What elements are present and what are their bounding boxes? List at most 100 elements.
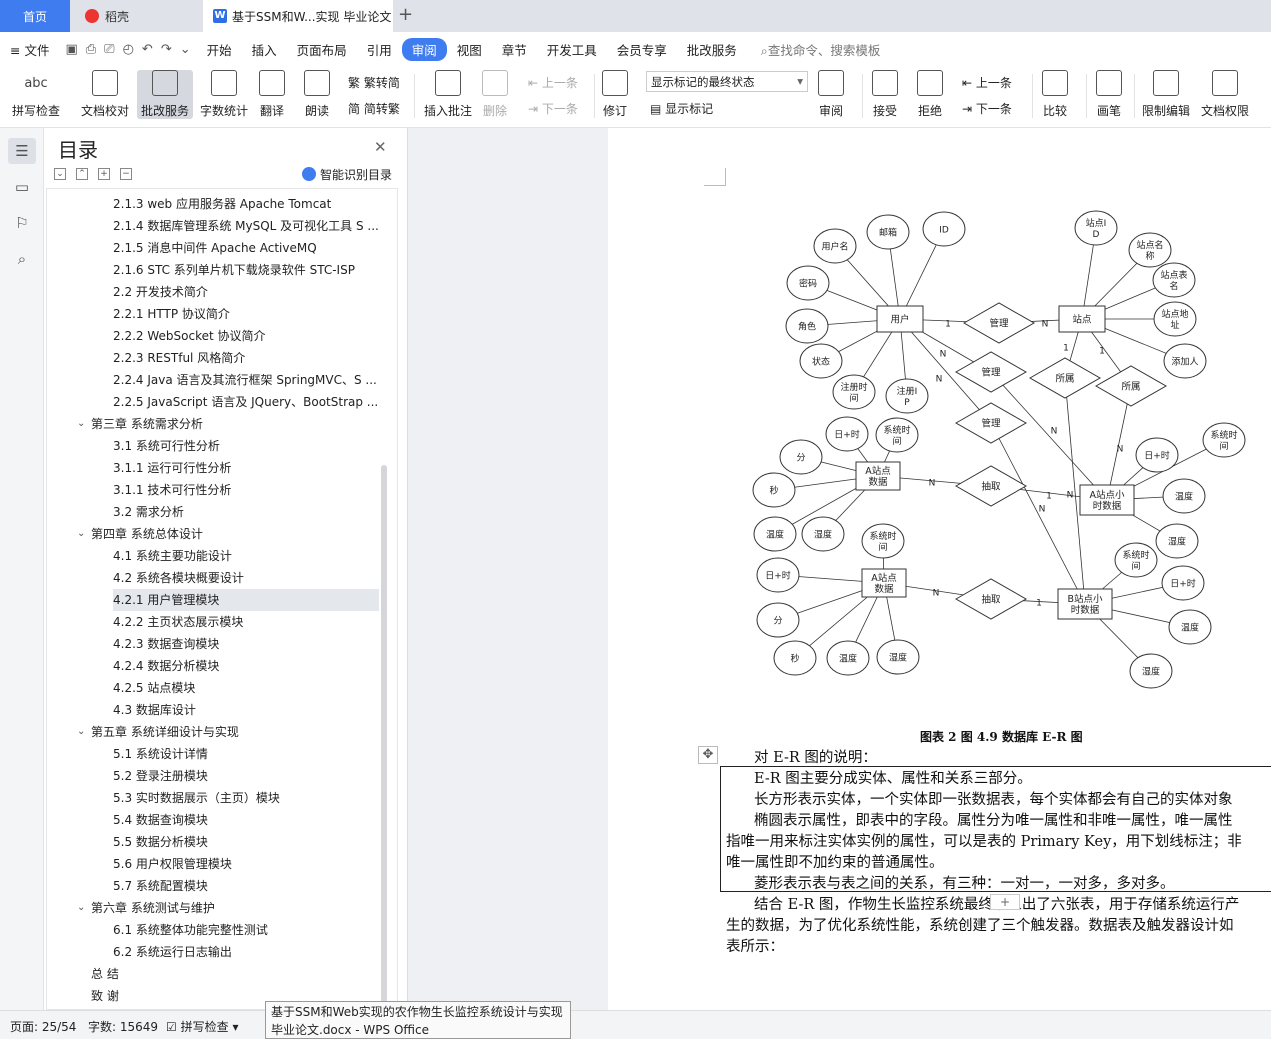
pen-button[interactable]: 画笔 [1096,70,1122,119]
plus-icon[interactable]: + [98,168,110,180]
tab-daoke[interactable]: 稻壳 [73,0,201,32]
chapter-icon[interactable]: ▭ [8,174,36,200]
toc-item[interactable]: 4.2.1 用户管理模块 [113,589,379,611]
toc-item[interactable]: 6.1 系统整体功能完整性测试 [113,919,391,941]
accept-button[interactable]: 接受 [872,70,898,119]
review-pane-button[interactable]: 审阅 [818,70,844,119]
restrict-edit-button[interactable]: 限制编辑 [1142,70,1190,119]
simp-to-trad-button[interactable]: 简 简转繁 [348,100,400,117]
toc-item[interactable]: 6.2 系统运行日志输出 [113,941,391,963]
toc-item[interactable]: 5.5 数据分析模块 [113,831,391,853]
menu-start[interactable]: 开始 [197,40,242,59]
toc-item[interactable]: 2.2.2 WebSocket 协议简介 [113,325,391,347]
toc-item[interactable]: 2.1.3 web 应用服务器 Apache Tomcat [113,193,391,215]
word-count-button[interactable]: 字数统计 [200,70,248,119]
menu-insert[interactable]: 插入 [242,40,287,59]
smart-toc-button[interactable]: 智能识别目录 [302,166,392,183]
toc-item[interactable]: 3.1.1 技术可行性分析 [113,479,391,501]
close-icon[interactable]: ✕ [374,138,387,156]
tab-document[interactable]: W 基于SSM和W...实现 毕业论文 [203,0,393,32]
toc-item[interactable]: 总 结 [91,963,391,985]
menu-review[interactable]: 审阅 [401,37,447,61]
toc-item[interactable]: 3.1.1 运行可行性分析 [113,457,391,479]
file-menu[interactable]: ≡ 文件 [0,40,59,59]
toc-item[interactable]: 第五章 系统详细设计与实现 [91,721,391,743]
compare-button[interactable]: 比较 [1042,70,1068,119]
doc-permission-button[interactable]: 文档权限 [1201,70,1249,119]
toc-item[interactable]: 2.2.4 Java 语言及其流行框架 SpringMVC、S ... [113,369,391,391]
collapse-caret-icon[interactable]: ⌄ [77,726,85,737]
toc-item[interactable]: 4.2 系统各模块概要设计 [113,567,391,589]
next-comment-button[interactable]: ⇥ 下一条 [528,100,578,117]
bookmark-icon[interactable]: ⚐ [8,210,36,236]
next-change-button[interactable]: ⇥ 下一条 [962,100,1012,117]
undo-icon[interactable]: ↶ [142,42,153,57]
menu-references[interactable]: 引用 [357,40,402,59]
toc-item[interactable]: 5.7 系统配置模块 [113,875,391,897]
tab-home[interactable]: 首页 [0,0,70,32]
toc-icon[interactable]: ☰ [8,138,36,164]
toc-item[interactable]: 第四章 系统总体设计 [91,523,391,545]
page-indicator[interactable]: 页面: 25/54 [10,1018,76,1035]
save-icon[interactable]: ▣ [65,42,77,57]
redo-icon[interactable]: ↷ [161,42,172,57]
export-icon[interactable]: ⎙ [86,42,96,57]
menu-member[interactable]: 会员专享 [607,40,677,59]
toc-item[interactable]: 2.2 开发技术简介 [113,281,391,303]
toc-item[interactable]: 4.3 数据库设计 [113,699,391,721]
command-search[interactable]: ⌕查找命令、搜索模板 [761,40,881,59]
toc-item[interactable]: 5.4 数据查询模块 [113,809,391,831]
menu-correction[interactable]: 批改服务 [677,40,747,59]
toc-item[interactable]: 4.2.3 数据查询模块 [113,633,391,655]
menu-devtools[interactable]: 开发工具 [537,40,607,59]
expand-icon[interactable]: ⌄ [54,168,66,180]
new-tab-button[interactable]: + [398,4,413,25]
menu-layout[interactable]: 页面布局 [287,40,357,59]
toc-item[interactable]: 第三章 系统需求分析 [91,413,391,435]
prev-comment-button[interactable]: ⇤ 上一条 [528,74,578,91]
toc-item[interactable]: 2.1.4 数据库管理系统 MySQL 及可视化工具 S ... [113,215,391,237]
word-count-indicator[interactable]: 字数: 15649 [88,1018,158,1035]
translate-button[interactable]: 翻译 [259,70,285,119]
toc-item[interactable]: 5.3 实时数据展示（主页）模块 [113,787,391,809]
toc-item[interactable]: 3.1 系统可行性分析 [113,435,391,457]
print-icon[interactable]: ⎚ [104,42,114,57]
insert-comment-button[interactable]: 插入批注 [424,70,472,119]
reject-button[interactable]: 拒绝 [917,70,943,119]
move-handle-icon[interactable]: ✥ [698,746,718,764]
toc-scrollbar[interactable] [381,465,387,1009]
more-icon[interactable]: ⌄ [180,42,191,57]
proofread-button[interactable]: 文档校对 [81,70,129,119]
collapse-caret-icon[interactable]: ⌄ [77,528,85,539]
menu-section[interactable]: 章节 [492,40,537,59]
collapse-caret-icon[interactable]: ⌄ [77,418,85,429]
track-changes-button[interactable]: 修订 [602,70,628,119]
trad-to-simp-button[interactable]: 繁 繁转简 [348,74,400,91]
toc-item[interactable]: 4.2.4 数据分析模块 [113,655,391,677]
toc-item[interactable]: 4.2.2 主页状态展示模块 [113,611,391,633]
minus-icon[interactable]: − [120,168,132,180]
prev-change-button[interactable]: ⇤ 上一条 [962,74,1012,91]
read-aloud-button[interactable]: 朗读 [304,70,330,119]
toc-item[interactable]: 2.2.5 JavaScript 语言及 JQuery、BootStrap ..… [113,391,391,413]
delete-comment-button[interactable]: 删除 [482,70,508,119]
menu-view[interactable]: 视图 [447,40,492,59]
preview-icon[interactable]: ◴ [123,42,134,57]
add-row-button[interactable]: + [990,894,1020,910]
toc-item[interactable]: 第六章 系统测试与维护 [91,897,391,919]
toc-item[interactable]: 5.1 系统设计详情 [113,743,391,765]
toc-item[interactable]: 2.1.6 STC 系列单片机下载烧录软件 STC-ISP [113,259,391,281]
collapse-caret-icon[interactable]: ⌄ [77,902,85,913]
spell-check-status[interactable]: ☑ 拼写检查 ▾ [166,1018,238,1035]
spell-check-button[interactable]: abc 拼写检查 [12,70,60,119]
toc-item[interactable]: 5.2 登录注册模块 [113,765,391,787]
collapse-icon[interactable]: ⌃ [76,168,88,180]
review-service-button[interactable]: 批改服务 [137,70,194,119]
toc-item[interactable]: 2.2.3 RESTful 风格简介 [113,347,391,369]
toc-item[interactable]: 5.6 用户权限管理模块 [113,853,391,875]
toc-item[interactable]: 2.1.5 消息中间件 Apache ActiveMQ [113,237,391,259]
markup-state-select[interactable]: 显示标记的最终状态 ▾ [646,71,808,92]
toc-item[interactable]: 4.2.5 站点模块 [113,677,391,699]
search-icon[interactable]: ⌕ [8,246,36,272]
toc-item[interactable]: 3.2 需求分析 [113,501,391,523]
